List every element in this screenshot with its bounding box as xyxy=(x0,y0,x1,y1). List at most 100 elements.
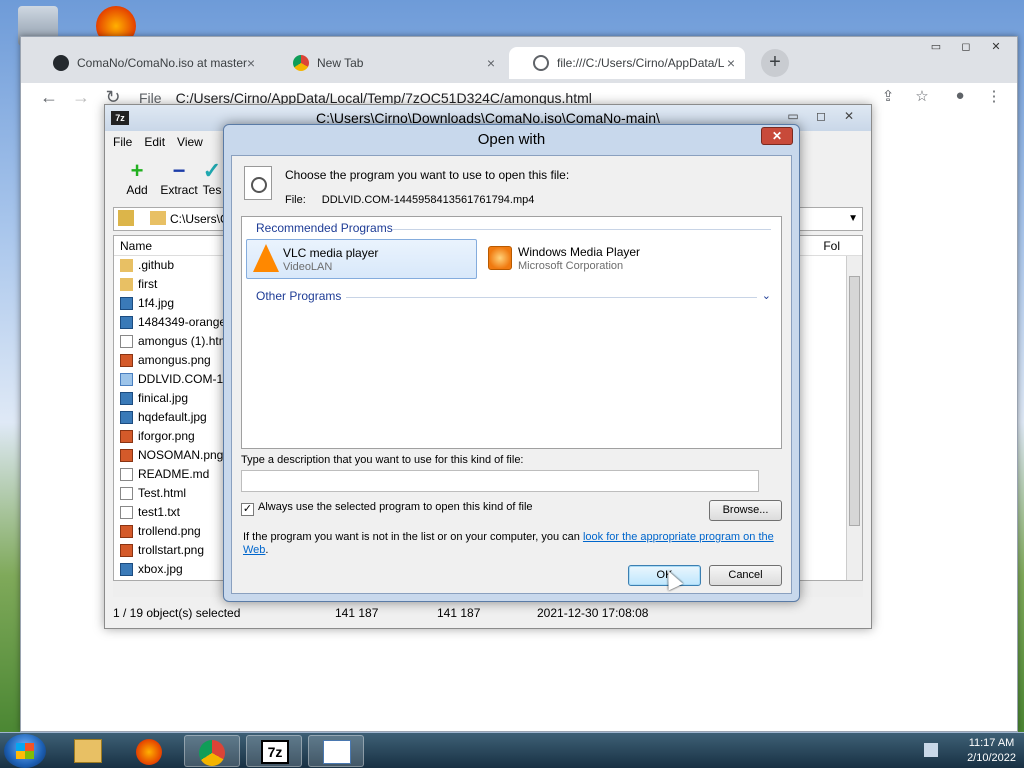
close-tab-icon[interactable]: × xyxy=(247,47,255,79)
status-size: 141 187 xyxy=(335,606,379,620)
close-window-button[interactable]: ✕ xyxy=(981,40,1011,58)
chevron-down-icon[interactable]: ▼ xyxy=(848,208,858,230)
toolbar-label: Add xyxy=(126,183,148,197)
info-text: If the program you want is not in the li… xyxy=(243,531,783,557)
folder-icon xyxy=(120,278,133,291)
file-icon xyxy=(120,411,133,424)
file-icon xyxy=(120,297,133,310)
minimize-button[interactable]: ▭ xyxy=(921,40,951,58)
vertical-scrollbar[interactable] xyxy=(846,256,862,580)
file-name: DDLVID.COM-1445958413561761794.mp4 xyxy=(321,194,535,206)
chevron-down-icon[interactable]: ⌄ xyxy=(762,289,771,302)
taskbar-dialog[interactable] xyxy=(308,735,364,767)
status-selected: 1 / 19 object(s) selected xyxy=(113,606,241,620)
description-label: Type a description that you want to use … xyxy=(241,454,524,466)
file-icon xyxy=(120,506,133,519)
program-name: VLC media player xyxy=(283,246,379,260)
check-icon: ✓ xyxy=(202,158,222,183)
file-search-icon xyxy=(244,166,272,200)
program-name: Windows Media Player xyxy=(518,245,641,259)
forward-button[interactable]: → xyxy=(69,87,93,109)
status-packed: 141 187 xyxy=(437,606,481,620)
column-folders[interactable]: Fol xyxy=(823,236,840,256)
share-icon[interactable]: ⇪ xyxy=(877,87,899,109)
tab-strip: ComaNo/ComaNo.iso at master × New Tab × … xyxy=(21,37,1017,85)
tab-label: ComaNo/ComaNo.iso at master xyxy=(77,56,248,70)
info-suffix: . xyxy=(265,544,269,556)
file-name: Test.html xyxy=(138,486,187,500)
description-input[interactable] xyxy=(241,470,759,492)
file-icon xyxy=(120,563,133,576)
dialog-body: Choose the program you want to use to op… xyxy=(231,155,792,594)
tab-label: file:///C:/Users/Cirno/AppData/L xyxy=(557,56,725,70)
scrollbar-thumb[interactable] xyxy=(849,276,860,526)
taskbar: 7z 11:17 AM 2/10/2022 xyxy=(0,732,1024,768)
divider xyxy=(392,229,771,230)
close-tab-icon[interactable]: × xyxy=(727,47,735,79)
new-tab-button[interactable]: + xyxy=(761,49,789,77)
file-name: DDLVID.COM-14 xyxy=(138,372,230,386)
taskbar-7zip[interactable]: 7z xyxy=(246,735,302,767)
file-name: test1.txt xyxy=(138,505,181,519)
github-icon xyxy=(53,55,69,71)
file-icon xyxy=(120,544,133,557)
menu-edit[interactable]: Edit xyxy=(144,135,165,149)
checkbox-checked[interactable]: ✓ xyxy=(241,503,254,516)
star-icon[interactable]: ☆ xyxy=(911,87,933,109)
folder-icon xyxy=(74,739,102,763)
menu-kebab-icon[interactable]: ⋮ xyxy=(983,87,1005,109)
file-name: .github xyxy=(138,258,175,272)
program-vendor: Microsoft Corporation xyxy=(518,260,624,272)
address-text: C:\Users\C xyxy=(170,212,229,226)
menu-view[interactable]: View xyxy=(177,135,203,149)
back-button[interactable]: ← xyxy=(37,87,61,109)
close-tab-icon[interactable]: × xyxy=(487,47,495,79)
divider xyxy=(346,297,757,298)
tab-label: New Tab xyxy=(317,56,364,70)
menu-file[interactable]: File xyxy=(113,135,132,149)
dialog-close-button[interactable]: ✕ xyxy=(761,127,793,145)
chrome-icon xyxy=(199,740,225,766)
taskbar-chrome[interactable] xyxy=(184,735,240,767)
dialog-title: Open with xyxy=(477,131,546,148)
program-vendor: VideoLAN xyxy=(283,261,333,273)
open-with-dialog: Open with ✕ Choose the program you want … xyxy=(223,124,800,602)
window-controls: ▭ ◻ ✕ xyxy=(921,39,1011,58)
close-window-button[interactable]: ✕ xyxy=(835,109,863,123)
file-name: first xyxy=(138,277,158,291)
network-icon[interactable] xyxy=(924,743,938,757)
profile-icon[interactable]: ● xyxy=(949,87,971,109)
tab-new-tab[interactable]: New Tab × xyxy=(269,47,505,79)
minimize-button[interactable]: ▭ xyxy=(779,109,807,123)
taskbar-firefox[interactable] xyxy=(122,735,178,767)
folder-up-icon[interactable] xyxy=(118,210,134,226)
program-wmp[interactable]: Windows Media Player Microsoft Corporati… xyxy=(482,239,722,279)
add-button[interactable]: + Add xyxy=(113,157,161,198)
file-name: 1484349-orange xyxy=(138,315,227,329)
maximize-button[interactable]: ◻ xyxy=(807,109,835,123)
toolbar-label: Tes xyxy=(202,183,222,197)
start-button[interactable] xyxy=(4,734,46,768)
sevenzip-logo-icon: 7z xyxy=(111,111,129,125)
extract-button[interactable]: − Extract xyxy=(155,157,203,198)
file-name: amongus.png xyxy=(138,353,211,367)
file-label: File: xyxy=(285,194,306,206)
file-name: README.md xyxy=(138,467,210,481)
clock[interactable]: 11:17 AM 2/10/2022 xyxy=(967,736,1016,766)
status-modified: 2021-12-30 17:08:08 xyxy=(537,606,649,620)
other-programs-header[interactable]: Other Programs xyxy=(256,289,341,303)
file-name: xbox.jpg xyxy=(138,562,183,576)
sevenzip-menubar: File Edit View xyxy=(113,135,215,155)
tab-file[interactable]: file:///C:/Users/Cirno/AppData/L × xyxy=(509,47,745,79)
maximize-button[interactable]: ◻ xyxy=(951,40,981,58)
column-name[interactable]: Name xyxy=(120,239,152,253)
file-name: hqdefault.jpg xyxy=(138,410,207,424)
browse-button[interactable]: Browse... xyxy=(709,500,782,521)
taskbar-explorer[interactable] xyxy=(60,735,116,767)
always-use-checkbox[interactable]: ✓ Always use the selected program to open… xyxy=(241,501,533,516)
cancel-button[interactable]: Cancel xyxy=(709,565,782,586)
file-name: finical.jpg xyxy=(138,391,189,405)
program-vlc[interactable]: VLC media player VideoLAN xyxy=(246,239,477,279)
tab-github[interactable]: ComaNo/ComaNo.iso at master × xyxy=(29,47,265,79)
firefox-icon xyxy=(136,739,162,765)
